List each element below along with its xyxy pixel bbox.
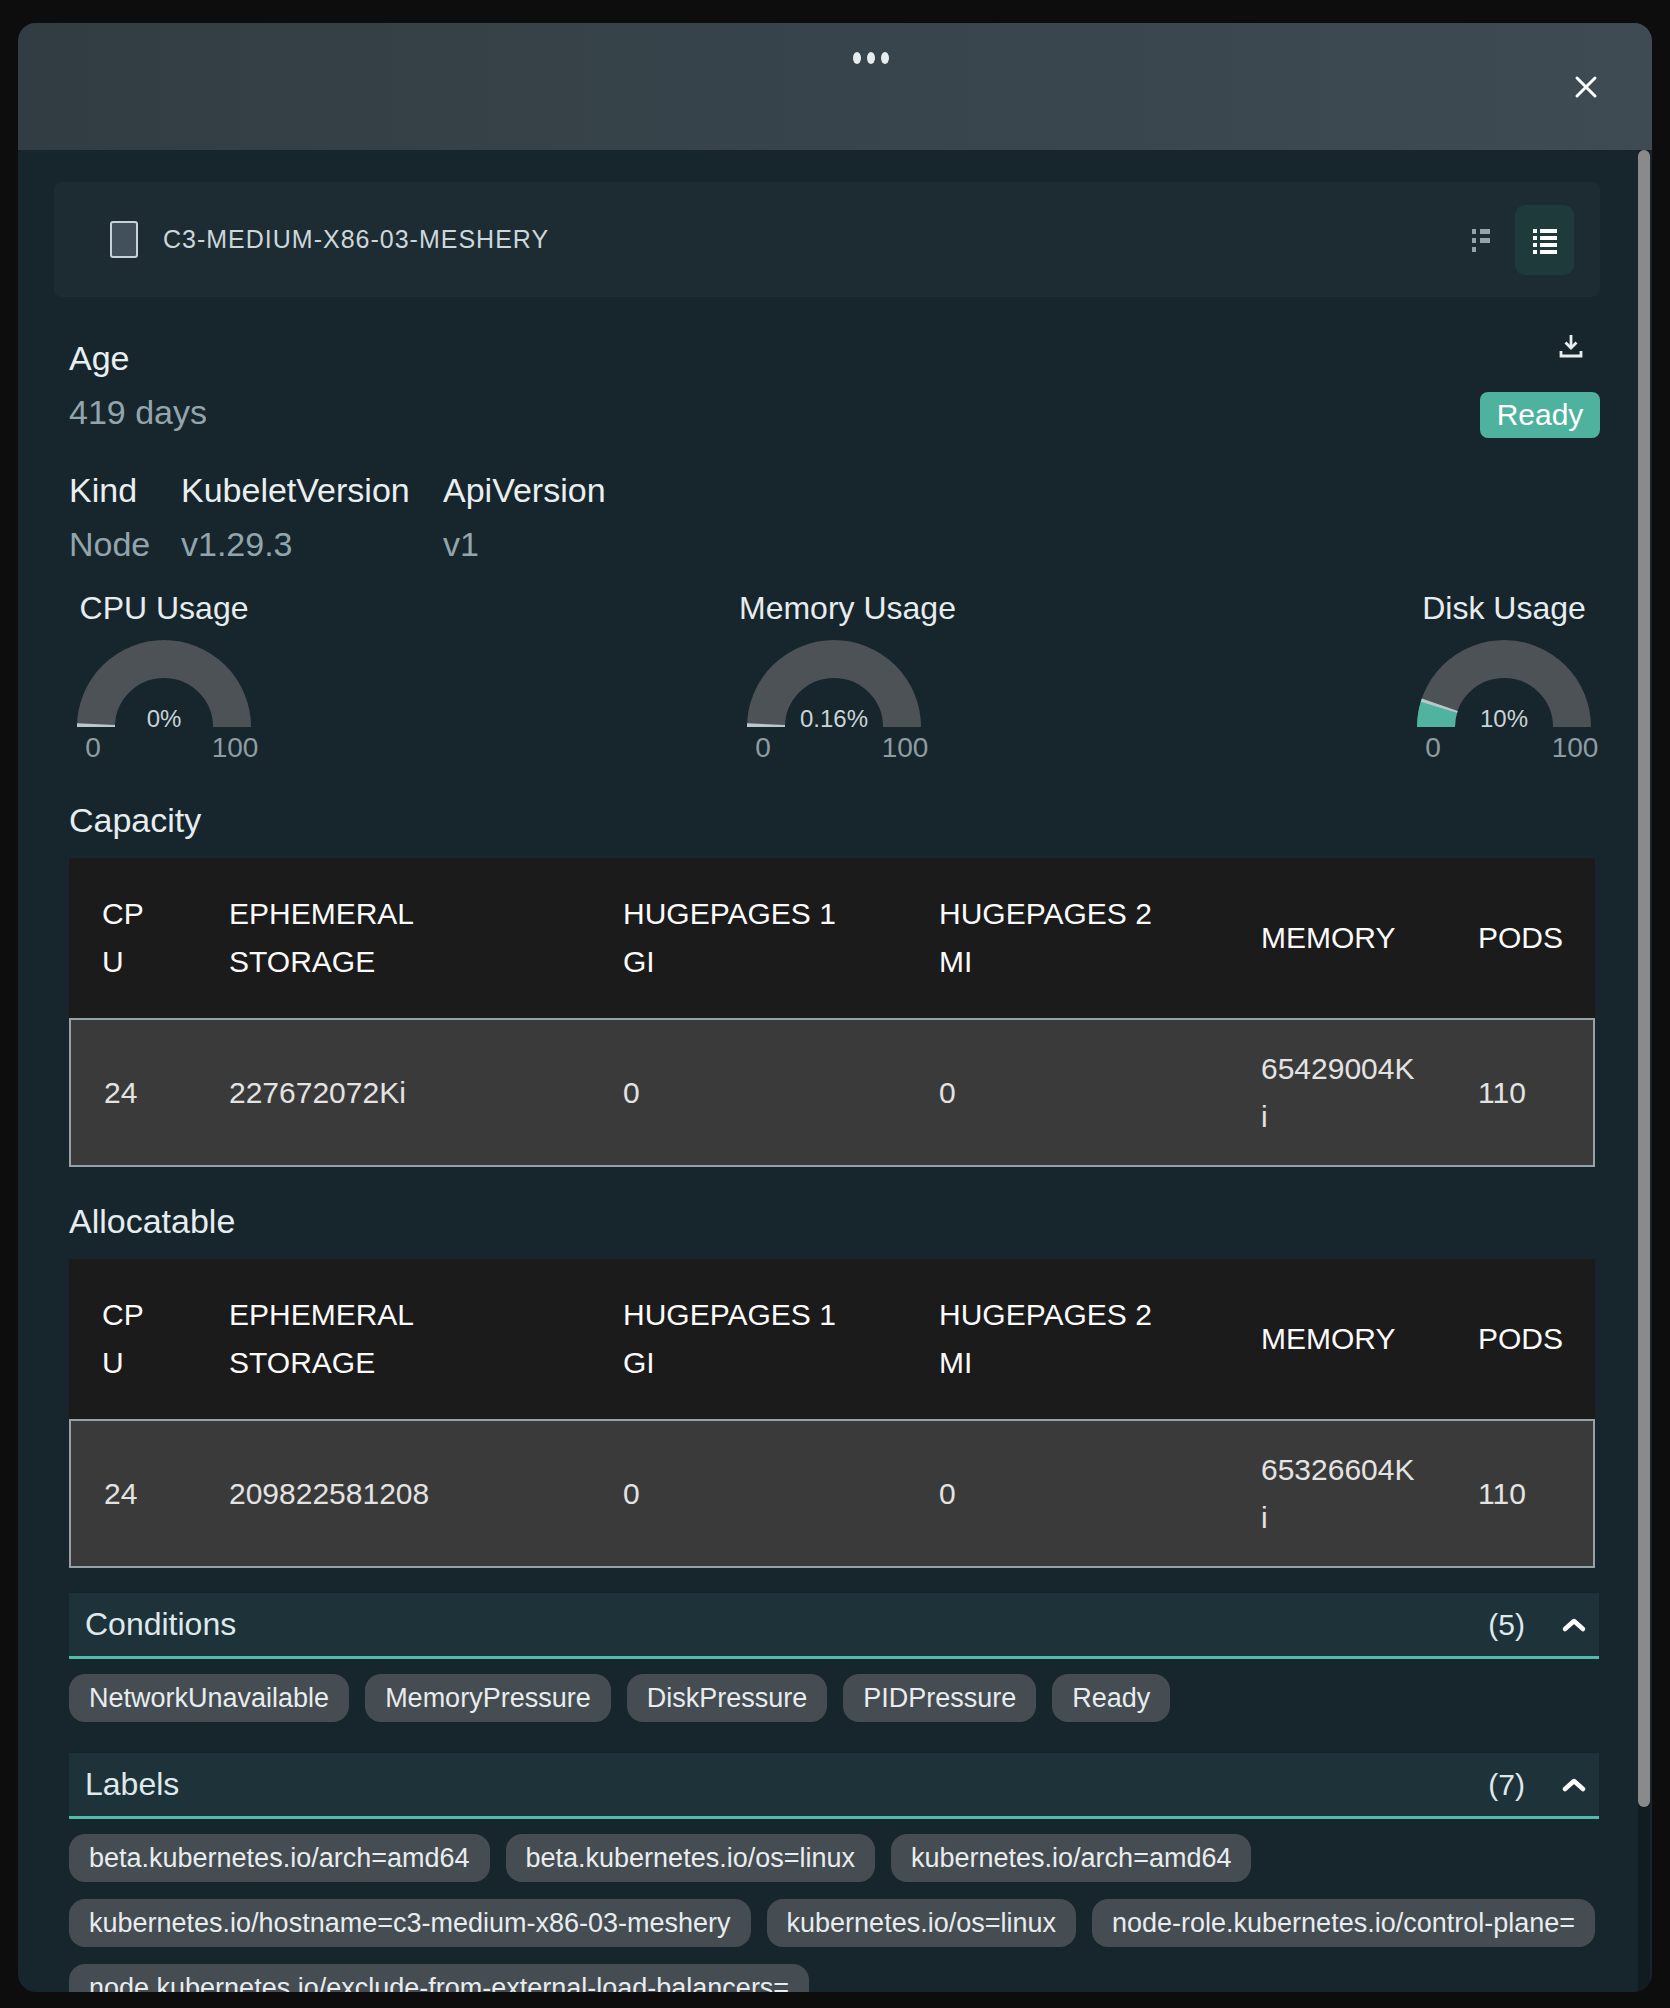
labels-section-header[interactable]: Labels (7) — [69, 1753, 1599, 1819]
meta-field-kubeletversion: KubeletVersion v1.29.3 — [181, 470, 443, 564]
age-label: Age — [69, 338, 1599, 378]
gauge-cpu-usage: CPU Usage0%0100 — [69, 588, 259, 740]
column-header: MEMORY — [1261, 858, 1478, 1018]
label-chip[interactable]: kubernetes.io/hostname=c3-medium-x86-03-… — [69, 1899, 751, 1947]
condition-chip[interactable]: NetworkUnavailable — [69, 1674, 349, 1722]
chevron-up-icon[interactable] — [1561, 1777, 1587, 1793]
gauge-percent: 0.16% — [739, 705, 929, 733]
gauge-min: 0 — [63, 732, 123, 764]
column-header: PODS — [1478, 1259, 1595, 1419]
table-cell: 110 — [1478, 1419, 1595, 1568]
table-cell: 0 — [623, 1419, 939, 1568]
label-chip[interactable]: kubernetes.io/os=linux — [767, 1899, 1076, 1947]
modal-content: C3-MEDIUM-X86-03-MESHERY — [18, 150, 1652, 1992]
allocatable-table: CPUEPHEMERAL STORAGEHUGEPAGES 1 GIHUGEPA… — [69, 1259, 1595, 1568]
column-header: PODS — [1478, 858, 1595, 1018]
table-row: 24227672072Ki0065429004Ki110 — [69, 1018, 1595, 1167]
column-header: HUGEPAGES 2 MI — [939, 858, 1261, 1018]
table-cell: 24 — [69, 1018, 229, 1167]
label-chip[interactable]: node-role.kubernetes.io/control-plane= — [1092, 1899, 1595, 1947]
column-header: CPU — [69, 1259, 229, 1419]
gauge-title: CPU Usage — [69, 588, 259, 628]
labels-chips: beta.kubernetes.io/arch=amd64 beta.kubern… — [69, 1834, 1599, 1992]
status-badge[interactable]: Ready — [1480, 392, 1600, 438]
capacity-table: CPUEPHEMERAL STORAGEHUGEPAGES 1 GIHUGEPA… — [69, 858, 1595, 1167]
gauge-title: Disk Usage — [1409, 588, 1599, 628]
field-value: Node — [69, 524, 181, 564]
column-header: HUGEPAGES 2 MI — [939, 1259, 1261, 1419]
gauge-disk-usage: Disk Usage10%0100 — [1409, 588, 1599, 740]
table-header-row: CPUEPHEMERAL STORAGEHUGEPAGES 1 GIHUGEPA… — [69, 858, 1595, 1018]
modal-header — [18, 23, 1652, 150]
gauge-max: 100 — [205, 732, 265, 764]
table-cell: 227672072Ki — [229, 1018, 623, 1167]
list-view-icon — [1529, 224, 1561, 256]
labels-count: (7) — [1488, 1768, 1525, 1802]
table-cell: 209822581208 — [229, 1419, 623, 1568]
gauge-max: 100 — [1545, 732, 1605, 764]
meta-field-kind: Kind Node — [69, 470, 181, 564]
table-cell: 0 — [939, 1018, 1261, 1167]
column-header: EPHEMERAL STORAGE — [229, 858, 623, 1018]
download-icon[interactable] — [1556, 331, 1586, 361]
field-label: ApiVersion — [443, 470, 606, 510]
usage-gauges: CPU Usage0%0100Memory Usage0.16%0100Disk… — [69, 588, 1599, 740]
meta-field-apiversion: ApiVersion v1 — [443, 470, 606, 564]
chevron-up-icon[interactable] — [1561, 1617, 1587, 1633]
condition-chip[interactable]: Ready — [1052, 1674, 1170, 1722]
table-cell: 65326604Ki — [1261, 1419, 1478, 1568]
table-cell: 24 — [69, 1419, 229, 1568]
label-chip[interactable]: node.kubernetes.io/exclude-from-external… — [69, 1964, 809, 1992]
capacity-heading: Capacity — [69, 800, 1599, 840]
close-icon[interactable] — [1568, 69, 1604, 105]
node-title-card: C3-MEDIUM-X86-03-MESHERY — [54, 182, 1600, 297]
column-header: CPU — [69, 858, 229, 1018]
gauge-min: 0 — [1403, 732, 1463, 764]
gauge-memory-usage: Memory Usage0.16%0100 — [739, 588, 929, 740]
column-header: EPHEMERAL STORAGE — [229, 1259, 623, 1419]
field-value: v1 — [443, 524, 606, 564]
drag-handle-dots-icon[interactable] — [853, 52, 889, 64]
table-row: 242098225812080065326604Ki110 — [69, 1419, 1595, 1568]
conditions-count: (5) — [1488, 1608, 1525, 1642]
condition-chip[interactable]: MemoryPressure — [365, 1674, 611, 1722]
gauge-percent: 0% — [69, 705, 259, 733]
gauge-max: 100 — [875, 732, 935, 764]
column-header: HUGEPAGES 1 GI — [623, 1259, 939, 1419]
label-chip[interactable]: beta.kubernetes.io/arch=amd64 — [69, 1834, 490, 1882]
field-label: KubeletVersion — [181, 470, 443, 510]
condition-chip[interactable]: DiskPressure — [627, 1674, 828, 1722]
node-title: C3-MEDIUM-X86-03-MESHERY — [163, 225, 1461, 254]
gauge-title: Memory Usage — [739, 588, 929, 628]
table-cell: 0 — [623, 1018, 939, 1167]
conditions-chips: NetworkUnavailable MemoryPressure DiskPres… — [69, 1674, 1599, 1722]
list-view-button[interactable] — [1515, 205, 1574, 275]
conditions-section-header[interactable]: Conditions (5) — [69, 1593, 1599, 1659]
table-cell: 0 — [939, 1419, 1261, 1568]
field-label: Kind — [69, 470, 181, 510]
age-value: 419 days — [69, 392, 1599, 432]
labels-title: Labels — [85, 1766, 1488, 1803]
compact-view-button[interactable] — [1461, 220, 1501, 260]
scrollbar-thumb[interactable] — [1638, 150, 1650, 1807]
node-details-modal: C3-MEDIUM-X86-03-MESHERY — [18, 23, 1652, 1992]
condition-chip[interactable]: PIDPressure — [843, 1674, 1036, 1722]
node-checkbox[interactable] — [110, 221, 138, 258]
gauge-percent: 10% — [1409, 705, 1599, 733]
conditions-title: Conditions — [85, 1606, 1488, 1643]
table-header-row: CPUEPHEMERAL STORAGEHUGEPAGES 1 GIHUGEPA… — [69, 1259, 1595, 1419]
compact-list-icon — [1466, 225, 1496, 255]
field-value: v1.29.3 — [181, 524, 443, 564]
gauge-min: 0 — [733, 732, 793, 764]
label-chip[interactable]: beta.kubernetes.io/os=linux — [506, 1834, 875, 1882]
table-cell: 65429004Ki — [1261, 1018, 1478, 1167]
column-header: MEMORY — [1261, 1259, 1478, 1419]
label-chip[interactable]: kubernetes.io/arch=amd64 — [891, 1834, 1251, 1882]
allocatable-heading: Allocatable — [69, 1201, 1599, 1241]
column-header: HUGEPAGES 1 GI — [623, 858, 939, 1018]
table-cell: 110 — [1478, 1018, 1595, 1167]
meta-fields: Kind NodeKubeletVersion v1.29.3ApiVersion v… — [69, 470, 1599, 564]
